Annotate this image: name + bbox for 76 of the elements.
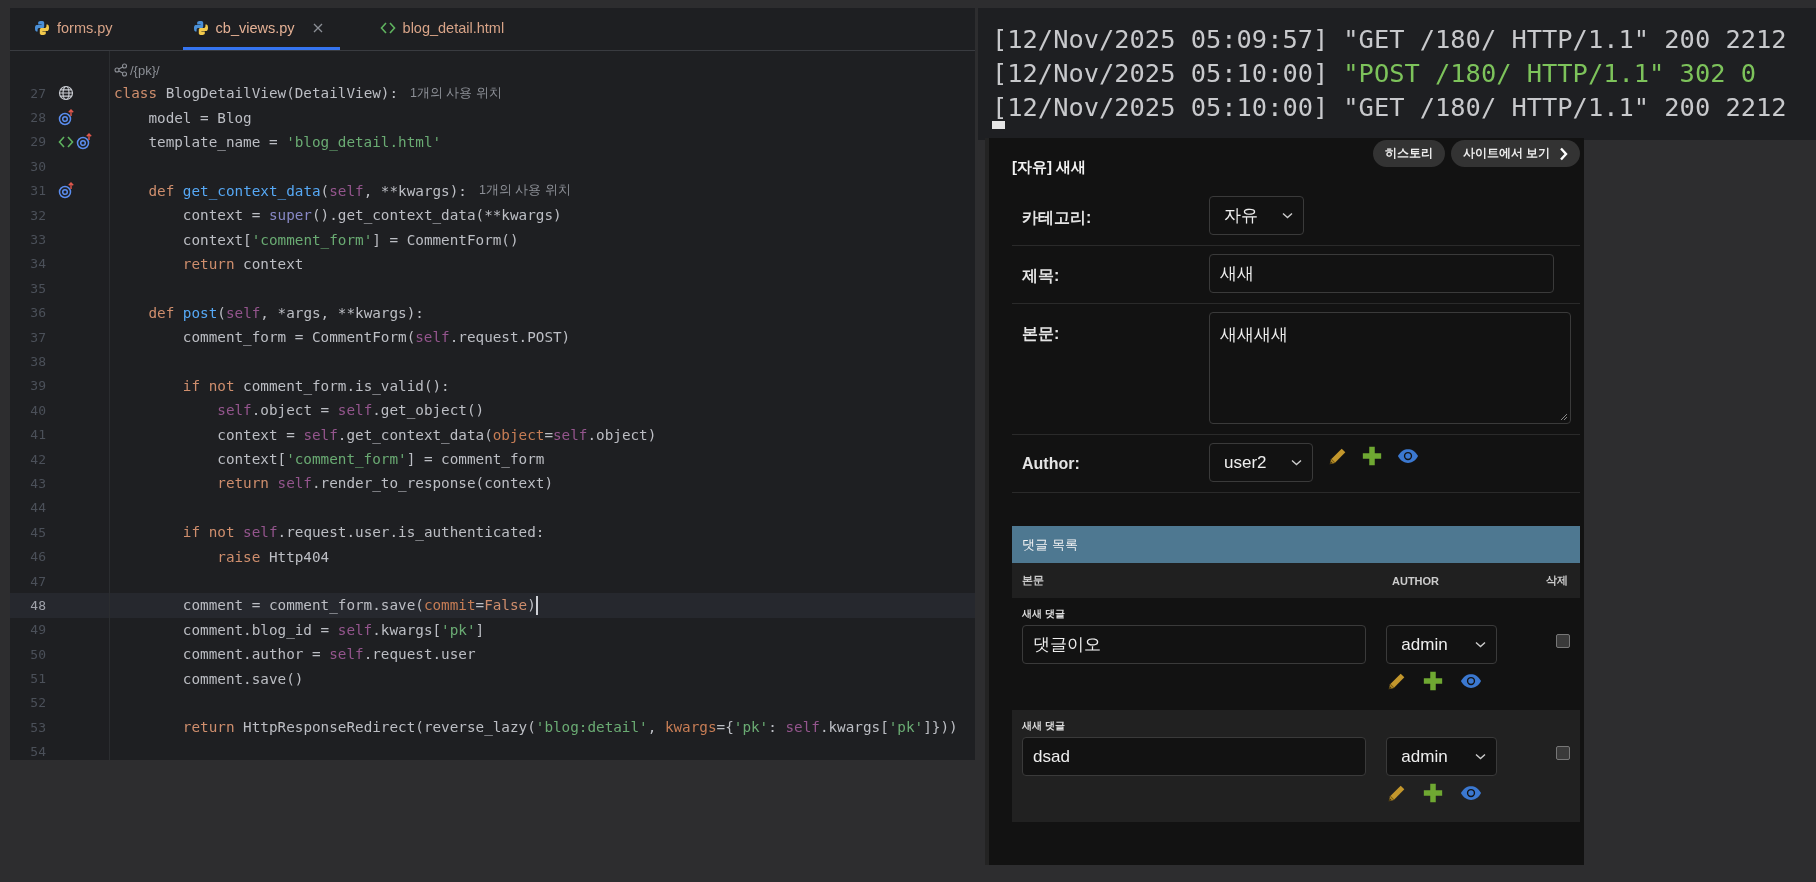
column-header: AUTHOR (1392, 574, 1441, 587)
delete-checkbox[interactable] (1556, 746, 1570, 760)
log-request: "GET /180/ HTTP/1.1" 200 2212 (1343, 91, 1787, 124)
code-line: return context (181, 255, 304, 272)
delete-checkbox[interactable] (1556, 634, 1570, 648)
plus-icon[interactable] (1360, 445, 1383, 467)
caret-icon (1475, 640, 1487, 649)
log-timestamp: [12/Nov/2025 05:09:57] (992, 23, 1329, 56)
file-tab[interactable]: forms.py (24, 8, 129, 50)
code-line: return self.render_to_response(context) (216, 475, 553, 492)
field-label: 제목: (1022, 266, 1061, 286)
log-timestamp: [12/Nov/2025 05:10:00] (992, 57, 1329, 90)
field-label: 본문: (1022, 324, 1061, 344)
plus-icon[interactable] (1422, 782, 1445, 804)
object-tool-button[interactable]: 사이트에서 보기 (1450, 140, 1580, 167)
code-line: def get_context_data(self, **kwargs): (147, 182, 467, 199)
textarea-field[interactable]: 새새새새 (1209, 312, 1571, 424)
code-line: raise Http404 (216, 548, 330, 565)
target-arrow-icon[interactable] (58, 109, 76, 127)
code-line: comment.blog_id = self.kwargs['pk'] (181, 621, 485, 638)
file-type-icon (34, 19, 50, 36)
usage-hint[interactable]: 1개의 사용 위치 (478, 182, 571, 200)
select-field[interactable]: user2 (1209, 443, 1313, 482)
code-line: if not self.request.user.is_authenticated: (181, 524, 545, 541)
text-field[interactable]: 댓글이오 (1022, 625, 1367, 664)
code-line: return HttpResponseRedirect(reverse_lazy('blog:detail', kwargs={'pk': self.kwargs['pk']})) (181, 719, 958, 736)
select-field[interactable]: admin (1386, 737, 1498, 776)
code-line: template_name = 'blog_detail.html' (147, 133, 442, 150)
code-line: model = Blog (147, 109, 252, 126)
caret-icon (1282, 211, 1293, 220)
resize-handle-icon[interactable] (1558, 411, 1568, 421)
object-tool-button[interactable]: 히스토리 (1372, 140, 1445, 167)
select-field[interactable]: admin (1386, 625, 1498, 664)
code-line: context['comment_form'] = CommentForm() (181, 231, 519, 248)
log-request: "GET /180/ HTTP/1.1" 200 2212 (1343, 23, 1787, 56)
plus-icon[interactable] (1422, 670, 1445, 692)
page-title: [자유] 새새 (1012, 157, 1087, 177)
target-arrow-icon[interactable] (58, 182, 76, 200)
log-timestamp: [12/Nov/2025 05:10:00] (992, 91, 1329, 124)
code-line: context['comment_form'] = comment_form (216, 451, 545, 468)
column-header: 삭제 (1546, 573, 1568, 588)
target-arrow-icon[interactable] (76, 133, 94, 151)
file-tab[interactable]: blog_detail.html (369, 8, 521, 50)
code-line: context = self.get_context_data(object=self.object) (216, 426, 657, 443)
code-line: comment = comment_form.save(commit=False) (181, 597, 536, 614)
field-label: 카테고리: (1022, 208, 1093, 228)
code-line: context = super().get_context_data(**kwargs) (181, 207, 562, 224)
file-type-icon (192, 19, 209, 36)
code-line: comment.author = self.request.user (181, 646, 476, 663)
caret-icon (1290, 458, 1302, 467)
code-line: comment.save() (181, 670, 304, 687)
code-line: comment_form = CommentForm(self.request.POST) (181, 329, 571, 346)
row-label: 새새 댓글 (1022, 719, 1066, 733)
log-request: "POST /180/ HTTP/1.1" 302 0 (1343, 57, 1757, 90)
usage-hint[interactable]: 1개의 사용 위치 (410, 84, 502, 102)
code-line: def post(self, *args, **kwargs): (147, 304, 424, 321)
code-line: if not comment_form.is_valid(): (181, 377, 450, 394)
share-icon (114, 63, 127, 77)
code-line: self.object = self.get_object() (216, 402, 485, 419)
close-icon[interactable] (311, 21, 324, 34)
text-field[interactable]: 새새 (1209, 254, 1554, 293)
line-number: 48 (29, 597, 46, 613)
route-hint[interactable]: /{pk}/ (110, 59, 160, 81)
file-tab[interactable]: cb_views.py (182, 8, 340, 50)
select-field[interactable]: 자유 (1209, 196, 1304, 235)
field-label: Author: (1022, 454, 1081, 473)
inline-header: 댓글 목록 (1012, 526, 1580, 563)
column-header: 본문 (1022, 573, 1045, 588)
globe-icon (58, 85, 74, 102)
caret-icon (1475, 752, 1487, 761)
terminal-cursor (992, 121, 1005, 129)
row-label: 새새 댓글 (1022, 607, 1066, 621)
text-field[interactable]: dsad (1022, 737, 1367, 776)
text-cursor (535, 595, 538, 615)
chevron-icon (1558, 146, 1568, 161)
code-line: class BlogDetailView(DetailView): (114, 85, 399, 102)
